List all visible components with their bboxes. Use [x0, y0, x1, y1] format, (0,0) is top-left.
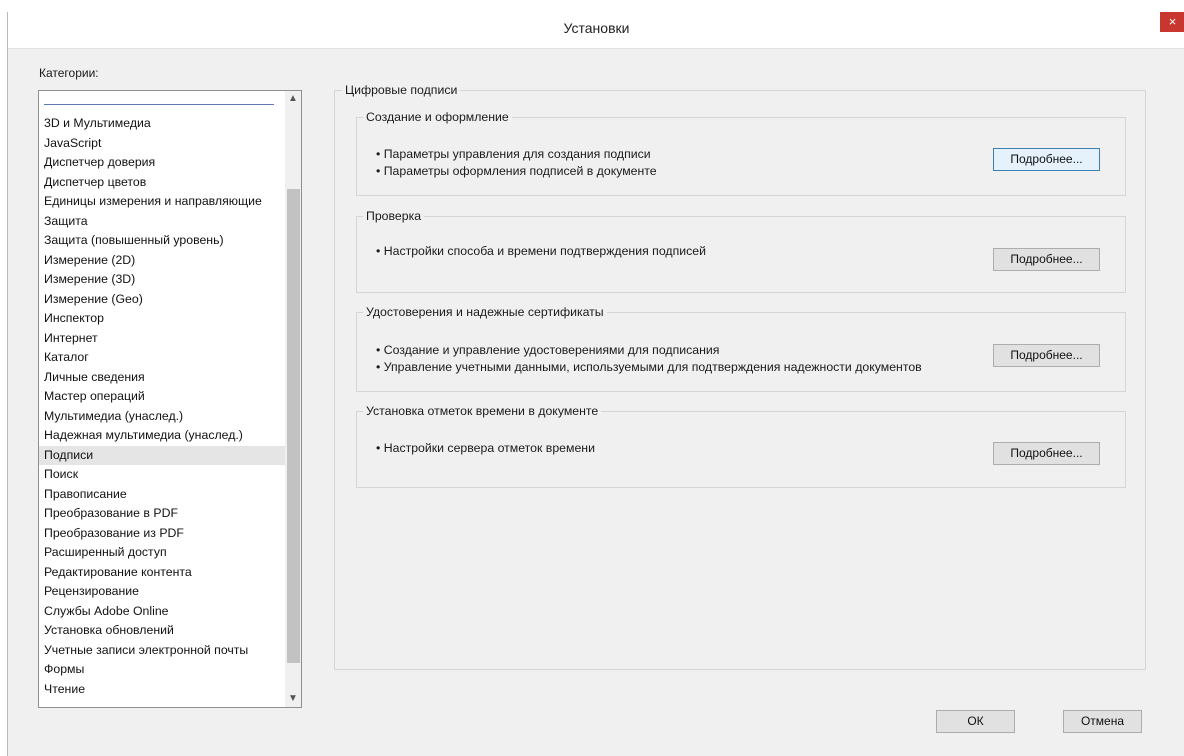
- bullet-text: • Управление учетными данными, используе…: [376, 360, 922, 374]
- scroll-thumb[interactable]: [287, 189, 300, 663]
- creation-more-button[interactable]: Подробнее...: [993, 148, 1100, 171]
- section-bullets: • Настройки способа и времени подтвержде…: [376, 243, 706, 260]
- category-item[interactable]: Диспетчер доверия: [39, 153, 285, 173]
- category-item[interactable]: Преобразование в PDF: [39, 504, 285, 524]
- section-creation: Создание и оформление • Параметры управл…: [356, 110, 1126, 196]
- section-bullets: • Параметры управления для создания подп…: [376, 146, 657, 180]
- verification-more-button[interactable]: Подробнее...: [993, 248, 1100, 271]
- timestamps-more-button[interactable]: Подробнее...: [993, 442, 1100, 465]
- category-item[interactable]: Установка обновлений: [39, 621, 285, 641]
- section-timestamps: Установка отметок времени в документе • …: [356, 404, 1126, 488]
- category-item[interactable]: Мастер операций: [39, 387, 285, 407]
- category-item[interactable]: Защита (повышенный уровень): [39, 231, 285, 251]
- identities-more-button[interactable]: Подробнее...: [993, 344, 1100, 367]
- categories-list[interactable]: 3D и Мультимедиа JavaScript Диспетчер дове…: [38, 90, 302, 708]
- cancel-button[interactable]: Отмена: [1063, 710, 1142, 733]
- category-item[interactable]: Расширенный доступ: [39, 543, 285, 563]
- list-separator: [44, 104, 274, 105]
- category-item[interactable]: Интернет: [39, 329, 285, 349]
- category-item[interactable]: Защита: [39, 212, 285, 232]
- close-icon: ×: [1168, 14, 1177, 29]
- category-item[interactable]: Надежная мультимедиа (унаслед.): [39, 426, 285, 446]
- bullet-text: • Параметры оформления подписей в докуме…: [376, 164, 657, 178]
- preferences-dialog: Установки × Категории: 3D и Мультимедиа J…: [7, 12, 1184, 756]
- category-item[interactable]: Формы: [39, 660, 285, 680]
- category-item[interactable]: Каталог: [39, 348, 285, 368]
- categories-scrollbar[interactable]: ▲ ▼: [285, 91, 301, 707]
- category-item[interactable]: Преобразование из PDF: [39, 524, 285, 544]
- category-item[interactable]: Измерение (2D): [39, 251, 285, 271]
- categories-label: Категории:: [39, 66, 99, 80]
- category-item[interactable]: Чтение: [39, 680, 285, 700]
- scroll-down-arrow-icon[interactable]: ▼: [285, 691, 301, 707]
- bullet-text: • Параметры управления для создания подп…: [376, 147, 651, 161]
- category-items: 3D и Мультимедиа JavaScript Диспетчер дове…: [39, 114, 285, 699]
- section-bullets: • Создание и управление удостоверениями …: [376, 342, 922, 376]
- section-identities: Удостоверения и надежные сертификаты • С…: [356, 305, 1126, 392]
- title-bar: Установки ×: [8, 12, 1184, 49]
- scroll-up-arrow-icon[interactable]: ▲: [285, 91, 301, 107]
- category-item[interactable]: Измерение (Geo): [39, 290, 285, 310]
- section-title: Удостоверения и надежные сертификаты: [363, 305, 607, 319]
- category-item[interactable]: Единицы измерения и направляющие: [39, 192, 285, 212]
- bullet-text: • Настройки способа и времени подтвержде…: [376, 244, 706, 258]
- bullet-text: • Настройки сервера отметок времени: [376, 441, 595, 455]
- dialog-title: Установки: [563, 20, 630, 36]
- category-item[interactable]: 3D и Мультимедиа: [39, 114, 285, 134]
- category-item[interactable]: Измерение (3D): [39, 270, 285, 290]
- category-item[interactable]: Подписи: [39, 445, 285, 465]
- section-title: Проверка: [363, 209, 425, 223]
- category-item[interactable]: Диспетчер цветов: [39, 173, 285, 193]
- category-item[interactable]: Мультимедиа (унаслед.): [39, 407, 285, 427]
- category-item[interactable]: Поиск: [39, 465, 285, 485]
- section-title: Создание и оформление: [363, 110, 512, 124]
- digital-signatures-panel: Цифровые подписи Создание и оформление •…: [334, 83, 1146, 670]
- category-item[interactable]: JavaScript: [39, 134, 285, 154]
- panel-title: Цифровые подписи: [342, 83, 461, 97]
- section-title: Установка отметок времени в документе: [363, 404, 602, 418]
- category-item[interactable]: Учетные записи электронной почты: [39, 641, 285, 661]
- section-bullets: • Настройки сервера отметок времени: [376, 440, 595, 457]
- category-item[interactable]: Личные сведения: [39, 368, 285, 388]
- section-verification: Проверка • Настройки способа и времени п…: [356, 209, 1126, 293]
- category-item[interactable]: Рецензирование: [39, 582, 285, 602]
- close-button[interactable]: ×: [1160, 12, 1184, 32]
- category-item[interactable]: Правописание: [39, 485, 285, 505]
- category-item[interactable]: Службы Adobe Online: [39, 602, 285, 622]
- category-item[interactable]: Редактирование контента: [39, 563, 285, 583]
- category-item[interactable]: Инспектор: [39, 309, 285, 329]
- ok-button[interactable]: ОК: [936, 710, 1015, 733]
- bullet-text: • Создание и управление удостоверениями …: [376, 343, 720, 357]
